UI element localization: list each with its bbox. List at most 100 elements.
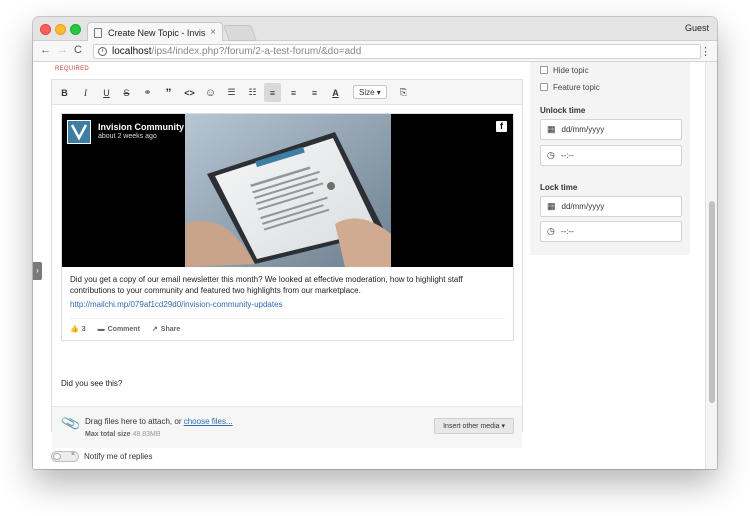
lock-time-placeholder: --:-- — [560, 227, 574, 236]
choose-files-link[interactable]: choose files... — [184, 417, 233, 426]
notify-row: × Notify me of replies — [51, 451, 152, 462]
unlock-date-placeholder: dd/mm/yyyy — [561, 125, 605, 134]
address-bar[interactable]: i localhost /ips4/index.php?/forum/2-a-t… — [93, 44, 701, 59]
page-scrollbar[interactable] — [705, 62, 717, 469]
facebook-icon: f — [496, 121, 507, 132]
link-icon[interactable]: ⚭ — [139, 83, 156, 102]
drag-text: Drag files here to attach, or — [85, 417, 182, 426]
tab-title: Create New Topic - Invision Co — [108, 27, 206, 38]
font-size-dropdown[interactable]: Size ▾ — [353, 85, 387, 99]
browser-tab[interactable]: Create New Topic - Invision Co × — [87, 22, 223, 42]
embed-brand: Invision Community — [98, 122, 185, 132]
editor-body-text[interactable]: Did you see this? — [61, 379, 122, 388]
navigation-bar: ← → C i localhost /ips4/index.php?/forum… — [33, 41, 717, 62]
font-size-label: Size — [359, 87, 375, 97]
strikethrough-button[interactable]: S — [118, 83, 135, 102]
bulleted-list-icon[interactable]: ☰ — [223, 83, 240, 102]
new-tab-button[interactable] — [223, 25, 257, 41]
maximize-window-button[interactable] — [70, 24, 81, 35]
browser-window: Create New Topic - Invision Co × Guest ←… — [33, 17, 717, 469]
close-tab-icon[interactable]: × — [210, 27, 216, 38]
insert-other-media-button[interactable]: Insert other media ▾ — [434, 418, 514, 434]
max-size-note: Max total size 48.83MB — [85, 431, 161, 438]
hide-topic-checkbox[interactable] — [540, 66, 548, 74]
lock-time-field[interactable]: ◷ --:-- — [540, 221, 682, 242]
feature-topic-checkbox[interactable] — [540, 83, 548, 91]
attachment-area[interactable]: 📎 Drag files here to attach, or choose f… — [52, 406, 522, 448]
back-arrow-icon[interactable]: ← — [40, 44, 51, 56]
share-icon: ↗ — [151, 326, 158, 333]
lock-time-heading: Lock time — [540, 183, 578, 192]
toggle-knob — [53, 453, 61, 460]
facebook-embed[interactable]: Invision Community about 2 weeks ago f D… — [61, 113, 514, 341]
minimize-window-button[interactable] — [55, 24, 66, 35]
notify-toggle[interactable]: × — [51, 451, 79, 462]
numbered-list-icon[interactable]: ☷ — [244, 83, 261, 102]
embed-divider — [70, 318, 505, 319]
embed-media: Invision Community about 2 weeks ago f — [62, 114, 513, 267]
embed-timestamp: about 2 weeks ago — [98, 133, 157, 140]
quote-icon[interactable]: ” — [160, 83, 177, 102]
emoji-icon[interactable]: ☺ — [202, 83, 219, 102]
clock-icon: ◷ — [547, 150, 555, 160]
lock-date-field[interactable]: ▦ dd/mm/yyyy — [540, 196, 682, 217]
unlock-time-placeholder: --:-- — [560, 151, 574, 160]
topic-options-panel: Hide topic Feature topic Unlock time ▦ dd… — [530, 62, 690, 255]
hide-topic-label: Hide topic — [553, 66, 589, 75]
url-host: localhost — [112, 46, 152, 57]
editor-toolbar: B I U S ⚭ ” <> ☺ ☰ ☷ ≡ ≡ ≡ A Size ▾ ⎘ — [52, 80, 522, 105]
sidebar-expand-button[interactable]: › — [33, 262, 42, 280]
share-label: Share — [160, 325, 181, 333]
like-count[interactable]: 👍 3 — [70, 325, 86, 334]
align-right-icon[interactable]: ≡ — [306, 83, 323, 102]
unlock-time-field[interactable]: ◷ --:-- — [540, 145, 682, 166]
feature-topic-label: Feature topic — [553, 83, 600, 92]
unlock-date-field[interactable]: ▦ dd/mm/yyyy — [540, 119, 682, 140]
page-content: › REQUIRED B I U S ⚭ ” <> ☺ ☰ ☷ ≡ ≡ ≡ A … — [33, 62, 717, 469]
embed-actions: 👍 3 ▬ Comment ↗ Share — [70, 325, 181, 334]
underline-button[interactable]: U — [98, 83, 115, 102]
lock-date-placeholder: dd/mm/yyyy — [561, 202, 605, 211]
info-icon[interactable]: i — [98, 47, 107, 56]
calendar-icon: ▦ — [547, 201, 556, 211]
embed-caption: Did you get a copy of our email newslett… — [70, 275, 463, 295]
comment-action[interactable]: ▬ Comment — [98, 325, 140, 333]
bold-button[interactable]: B — [56, 83, 73, 102]
source-icon[interactable]: ⎘ — [395, 83, 412, 102]
clock-icon: ◷ — [547, 226, 555, 236]
italic-button[interactable]: I — [77, 83, 94, 102]
comment-icon: ▬ — [97, 325, 105, 333]
max-size-value: 48.83MB — [132, 431, 161, 438]
scrollbar-thumb[interactable] — [709, 201, 715, 403]
rich-text-editor[interactable]: B I U S ⚭ ” <> ☺ ☰ ☷ ≡ ≡ ≡ A Size ▾ ⎘ In… — [51, 79, 523, 448]
share-action[interactable]: ↗ Share — [151, 325, 181, 334]
code-icon[interactable]: <> — [181, 83, 198, 102]
toggle-off-icon: × — [70, 451, 75, 458]
comment-label: Comment — [107, 325, 140, 333]
paperclip-icon: 📎 — [59, 412, 82, 434]
notify-label: Notify me of replies — [84, 452, 153, 461]
thumbs-up-icon: 👍 — [70, 326, 79, 333]
close-window-button[interactable] — [40, 24, 51, 35]
text-color-icon[interactable]: A — [327, 83, 344, 102]
tablet-photo — [185, 114, 391, 267]
post-form: REQUIRED B I U S ⚭ ” <> ☺ ☰ ☷ ≡ ≡ ≡ A Si… — [51, 62, 541, 469]
required-label: REQUIRED — [55, 66, 90, 72]
align-center-icon[interactable]: ≡ — [285, 83, 302, 102]
title-bar: Create New Topic - Invision Co × Guest — [33, 17, 717, 42]
like-count-value: 3 — [81, 325, 86, 333]
insert-media-label: Insert other media — [443, 422, 500, 430]
align-left-icon[interactable]: ≡ — [264, 83, 281, 102]
browser-menu-icon[interactable]: ⋮ — [700, 45, 711, 58]
unlock-time-heading: Unlock time — [540, 106, 586, 115]
calendar-icon: ▦ — [547, 124, 556, 134]
max-size-label: Max total size — [85, 431, 131, 438]
reload-icon[interactable]: C — [74, 44, 82, 56]
embed-link[interactable]: http://mailchi.mp/079af1cd29d0/invision-… — [70, 300, 283, 309]
document-icon — [94, 27, 102, 38]
attach-instructions: Drag files here to attach, or choose fil… — [85, 417, 233, 426]
url-path: /ips4/index.php?/forum/2-a-test-forum/&d… — [151, 46, 362, 57]
brand-logo — [67, 120, 91, 144]
profile-label[interactable]: Guest — [685, 23, 709, 33]
forward-arrow-icon[interactable]: → — [57, 44, 68, 56]
